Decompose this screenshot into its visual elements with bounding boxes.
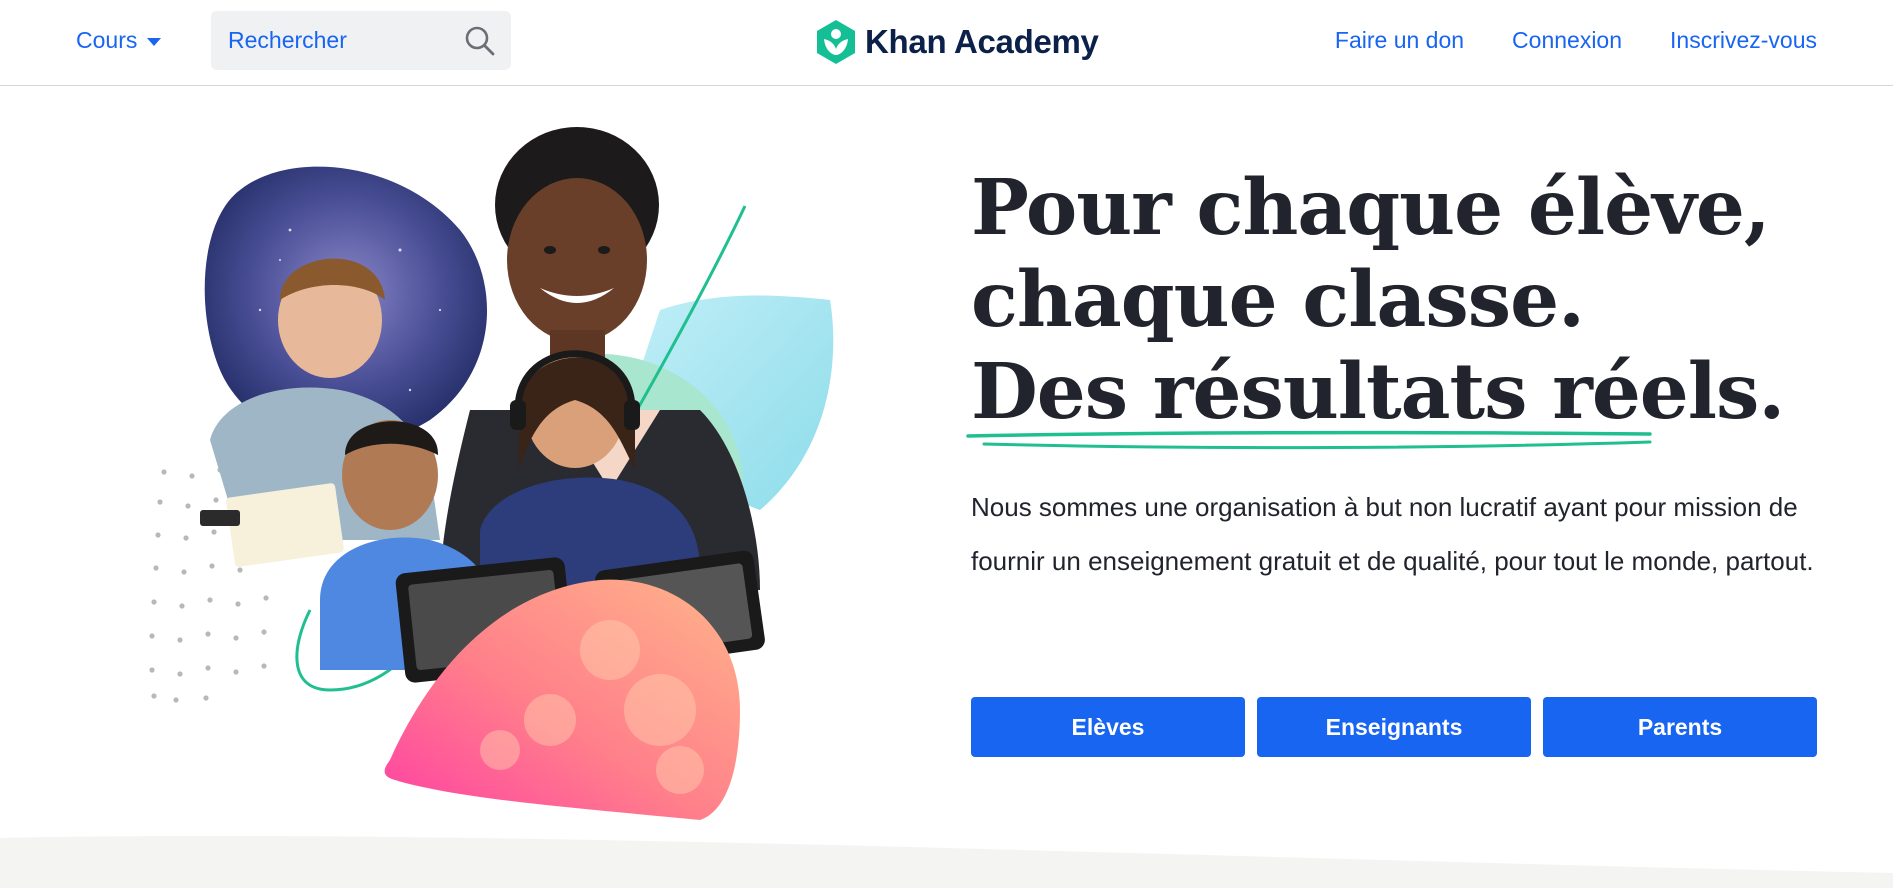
khan-academy-logo-icon [817,20,855,64]
signup-link[interactable]: Inscrivez-vous [1670,27,1817,54]
headline-line-1: Pour chaque élève, [971,163,1771,253]
headline-underline-accent [966,430,1652,450]
parents-button[interactable]: Parents [1543,697,1817,757]
khan-academy-logo[interactable]: Khan Academy [815,19,1099,65]
top-nav-bar: Cours Khan Academy Faire un don Connexio… [0,0,1893,86]
teachers-button[interactable]: Enseignants [1257,697,1531,757]
mission-description: Nous sommes une organisation à but non l… [971,492,1814,576]
hero-collage-illustration [149,127,834,820]
courses-label: Cours [76,26,138,53]
headline-line-3: Des résultats réels. [971,347,1785,437]
courses-menu-button[interactable]: Cours [76,22,162,58]
login-link[interactable]: Connexion [1512,27,1622,54]
audience-buttons: Elèves Enseignants Parents [971,697,1817,757]
students-button[interactable]: Elèves [971,697,1245,757]
chevron-down-icon [147,37,162,46]
headline-line-2: chaque classe. [971,255,1585,345]
search-input[interactable] [226,26,463,55]
search-icon[interactable] [463,24,497,58]
donate-link[interactable]: Faire un don [1335,27,1464,54]
section-divider [0,836,1893,888]
brand-name: Khan Academy [865,23,1099,60]
hero-headline: Pour chaque élève, chaque classe. Des ré… [971,162,1785,438]
account-nav: Faire un don Connexion Inscrivez-vous [1335,22,1817,58]
search-bar[interactable] [211,11,511,70]
